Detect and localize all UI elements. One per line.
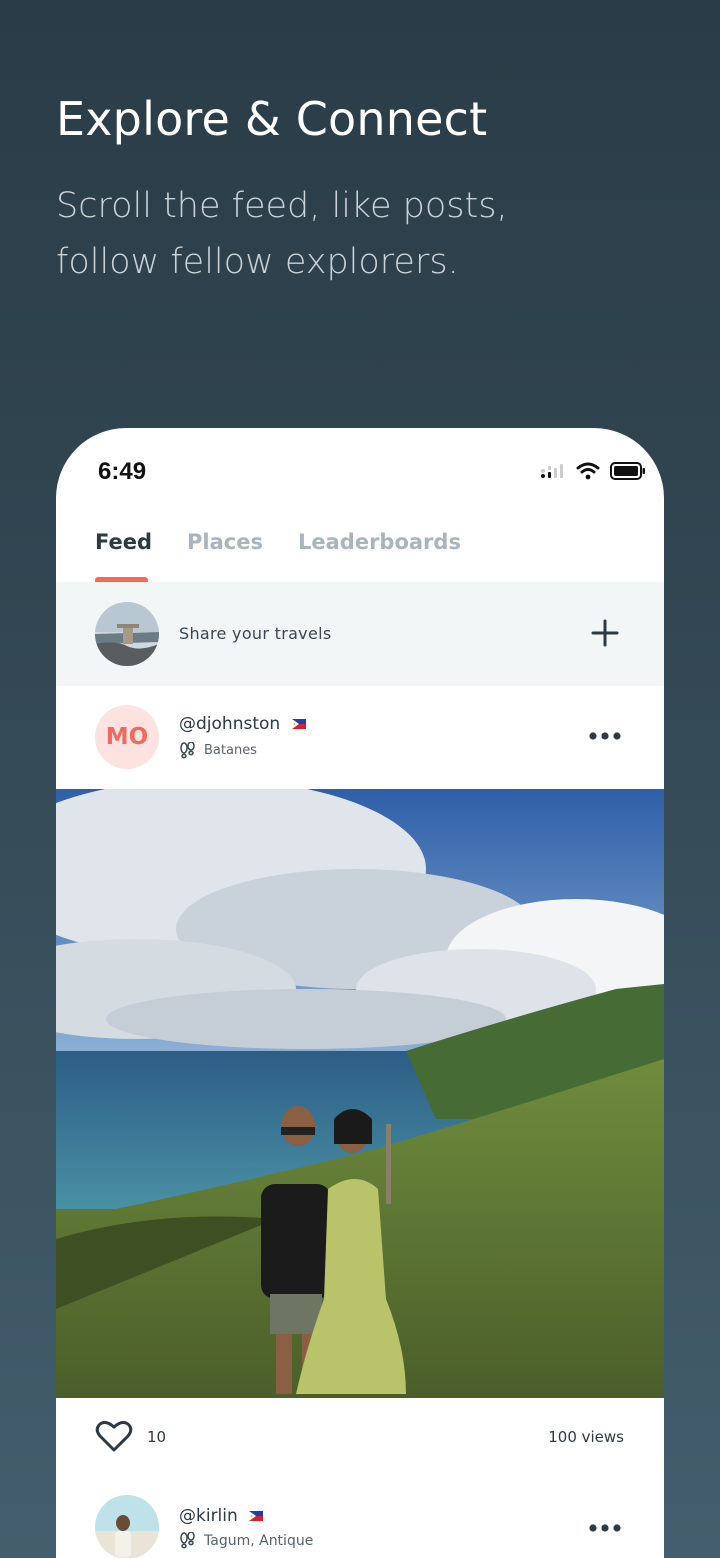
post-actions: 10 100 views — [56, 1398, 664, 1478]
status-bar: 6:49 — [56, 428, 664, 508]
battery-icon — [610, 462, 645, 480]
user-avatar[interactable] — [95, 602, 159, 666]
promo-headline: Explore & Connect — [56, 92, 488, 146]
cellular-signal-icon — [541, 464, 563, 478]
share-composer[interactable]: Share your travels — [56, 582, 664, 686]
share-prompt[interactable]: Share your travels — [179, 624, 331, 643]
footprints-icon — [180, 1532, 195, 1549]
like-count: 10 — [147, 1428, 167, 1446]
wifi-icon — [576, 462, 600, 480]
tab-bar: Feed Places Leaderboards — [56, 522, 664, 582]
tab-places[interactable]: Places — [187, 530, 263, 554]
status-icons — [540, 462, 646, 480]
author-username[interactable]: @kirlin — [179, 1506, 264, 1526]
post-header: MO @djohnston Batanes — [56, 686, 664, 789]
next-post-header: @kirlin Tagum, Antique — [56, 1478, 664, 1558]
philippines-flag-icon — [291, 719, 306, 729]
promo-subline: Scroll the feed, like posts, follow fell… — [56, 186, 508, 282]
add-post-icon[interactable] — [590, 618, 620, 648]
like-heart-icon[interactable] — [95, 1419, 133, 1453]
post-location[interactable]: Tagum, Antique — [179, 1532, 313, 1549]
phone-frame: 6:49 Feed Places Leaderboards Share your… — [56, 428, 664, 1558]
author-avatar-initials[interactable]: MO — [95, 705, 159, 769]
post-location-text: Tagum, Antique — [204, 1532, 314, 1549]
tab-feed[interactable]: Feed — [95, 530, 152, 554]
author-username-text[interactable]: @kirlin — [179, 1506, 238, 1526]
post-location[interactable]: Batanes — [179, 742, 257, 759]
author-username[interactable]: @djohnston — [179, 714, 306, 734]
status-time: 6:49 — [98, 458, 147, 485]
post-photo[interactable] — [56, 789, 664, 1398]
more-options-icon[interactable] — [588, 730, 622, 742]
footprints-icon — [180, 742, 195, 759]
tab-leaderboards[interactable]: Leaderboards — [298, 530, 461, 554]
author-avatar[interactable] — [95, 1495, 159, 1558]
more-options-icon[interactable] — [588, 1522, 622, 1534]
philippines-flag-icon — [249, 1511, 264, 1521]
author-username-text[interactable]: @djohnston — [179, 714, 280, 734]
view-count: 100 views — [548, 1428, 624, 1446]
post-location-text: Batanes — [204, 743, 257, 758]
